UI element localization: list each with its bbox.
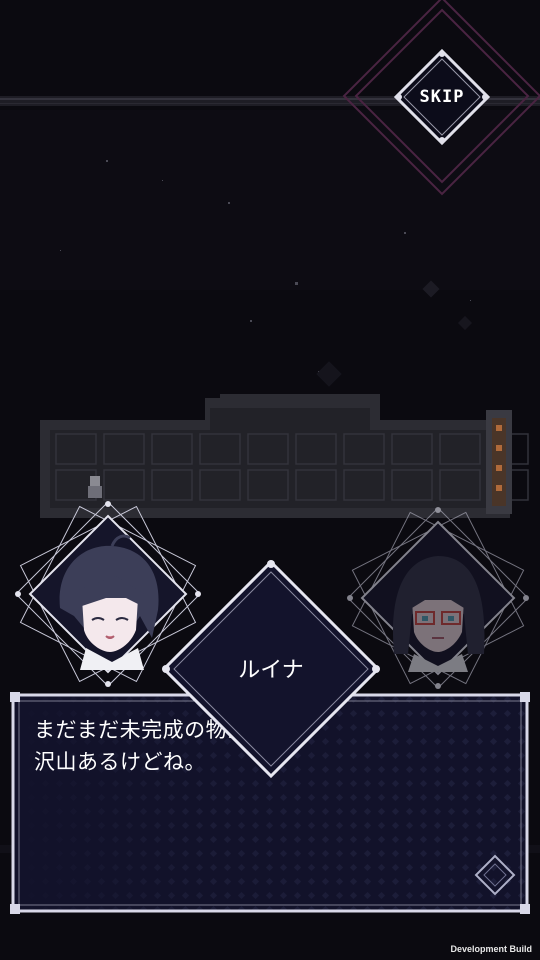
next-indicator-icon[interactable] — [474, 854, 516, 896]
development-build-label: Development Build — [450, 944, 532, 954]
skip-label: SKIP — [419, 87, 465, 107]
speaker-name-plate: ルイナ — [158, 556, 384, 782]
speaker-name: ルイナ — [238, 658, 304, 683]
gate — [486, 410, 512, 514]
player-sprite — [88, 476, 102, 498]
skip-button[interactable]: SKIP — [393, 48, 491, 146]
